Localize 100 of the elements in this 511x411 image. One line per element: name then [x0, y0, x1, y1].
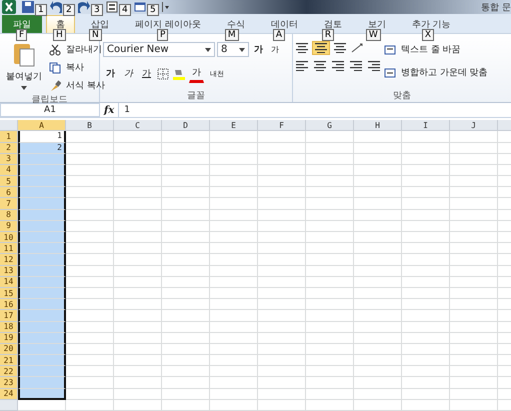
row-header[interactable]: 12 — [0, 254, 18, 266]
grid-cell[interactable] — [18, 232, 66, 244]
keytip: W — [366, 29, 381, 42]
spreadsheet-app-icon — [2, 0, 16, 14]
dropdown-arrow-icon — [21, 86, 27, 90]
italic-button[interactable]: 가 — [121, 65, 136, 82]
row-header[interactable]: 13 — [0, 266, 18, 277]
column-header[interactable]: A — [18, 120, 66, 132]
grid-cell[interactable] — [18, 243, 66, 254]
grid-cell[interactable]: 1 — [18, 131, 66, 142]
grid-cell[interactable] — [18, 355, 66, 366]
grid-cell[interactable] — [18, 332, 66, 344]
grid-cell[interactable] — [18, 254, 66, 266]
top-align-icon — [296, 43, 308, 54]
grid-cell[interactable] — [18, 310, 66, 322]
window-title: 통합 문 — [481, 2, 511, 14]
wrap-text-button[interactable]: 텍스트 줄 바꿈 — [398, 41, 464, 58]
customize-menu-icon — [162, 2, 170, 12]
column-header[interactable]: E — [210, 120, 258, 132]
increase-indent-icon — [368, 61, 380, 72]
grid-cell[interactable] — [18, 344, 66, 356]
formula-field[interactable]: 1 — [118, 103, 511, 118]
row-header[interactable]: 7 — [0, 198, 18, 210]
keytip: 2 — [63, 4, 75, 16]
keytip: X — [422, 29, 434, 42]
grid-cell[interactable] — [18, 299, 66, 310]
grid-cell[interactable] — [18, 198, 66, 210]
row-header[interactable]: 16 — [0, 299, 18, 310]
row-header[interactable]: 14 — [0, 276, 18, 288]
middle-align-button[interactable] — [312, 41, 330, 56]
grid-cell[interactable] — [18, 266, 66, 277]
column-header[interactable]: H — [354, 120, 402, 132]
grid-cell[interactable] — [18, 187, 66, 198]
row-header[interactable]: 2 — [0, 142, 18, 154]
column-header[interactable]: I — [402, 120, 450, 132]
shrink-font-button[interactable]: 가 — [268, 42, 282, 58]
grid-cell[interactable] — [18, 154, 66, 165]
cut-button[interactable]: 잘라내기 — [63, 41, 105, 58]
keytip: M — [224, 29, 239, 42]
grid-cell[interactable] — [18, 377, 66, 389]
font-color-button[interactable]: 가 — [189, 64, 204, 84]
keytip: A — [272, 29, 286, 42]
row-header[interactable]: 23 — [0, 377, 18, 389]
column-header[interactable]: J — [450, 120, 498, 132]
grid-cell[interactable] — [18, 276, 66, 288]
paste-button[interactable]: 붙여넣기 — [3, 68, 45, 86]
keytip: H — [53, 29, 66, 42]
grid-cell[interactable] — [18, 322, 66, 333]
brush-icon — [49, 80, 61, 92]
row-header[interactable]: 8 — [0, 210, 18, 221]
align-right-icon — [332, 61, 344, 72]
column-header[interactable]: G — [306, 120, 354, 132]
keytip: 4 — [119, 4, 131, 16]
grow-font-button[interactable]: 가 — [251, 41, 266, 58]
keytip: 5 — [147, 4, 159, 16]
undo-icon — [50, 1, 62, 14]
copy-button[interactable]: 복사 — [63, 59, 87, 76]
name-box[interactable]: A1 — [0, 103, 100, 118]
dropdown-arrow-icon — [239, 48, 245, 52]
group-label: 맞춤 — [392, 90, 412, 102]
row-header[interactable]: 9 — [0, 220, 18, 232]
row-header[interactable]: 22 — [0, 366, 18, 378]
grid-cell[interactable] — [18, 388, 66, 400]
grid-cell[interactable] — [18, 176, 66, 188]
grid-cell[interactable] — [18, 220, 66, 232]
row-header[interactable]: 11 — [0, 243, 18, 254]
merge-center-button[interactable]: 병합하고 가운데 맞춤 — [398, 64, 491, 82]
keytip: 3 — [91, 4, 103, 16]
column-header[interactable]: F — [258, 120, 306, 132]
dropdown-arrow-icon — [205, 48, 211, 52]
insert-function-button[interactable]: fx — [104, 104, 114, 116]
redo-icon — [78, 1, 90, 14]
row-header[interactable]: 15 — [0, 288, 18, 300]
row-header[interactable]: 4 — [0, 164, 18, 176]
row-header[interactable]: 3 — [0, 154, 18, 165]
row-header[interactable]: 5 — [0, 176, 18, 188]
copy-icon — [49, 62, 61, 74]
font-name-field[interactable]: Courier New — [103, 42, 215, 58]
grid-cell[interactable] — [18, 366, 66, 378]
row-header[interactable]: 1 — [0, 131, 18, 142]
row-header[interactable] — [0, 400, 18, 411]
keytip: R — [322, 29, 334, 42]
row-header[interactable]: 20 — [0, 344, 18, 356]
row-header[interactable]: 18 — [0, 322, 18, 333]
row-header[interactable]: 10 — [0, 232, 18, 244]
column-header[interactable]: D — [162, 120, 210, 132]
row-header[interactable]: 17 — [0, 310, 18, 322]
grid-cell[interactable]: 2 — [18, 142, 66, 154]
column-header[interactable]: C — [114, 120, 162, 132]
row-header[interactable]: 24 — [0, 388, 18, 400]
row-header[interactable]: 6 — [0, 187, 18, 198]
grid-cell[interactable] — [18, 210, 66, 221]
row-header[interactable]: 21 — [0, 355, 18, 366]
grid-cell[interactable] — [18, 288, 66, 300]
grid-cell[interactable] — [18, 164, 66, 176]
select-all-corner[interactable] — [0, 120, 18, 132]
underline-button[interactable]: 가 — [139, 65, 154, 82]
row-header[interactable]: 19 — [0, 332, 18, 344]
column-header[interactable]: B — [66, 120, 114, 132]
font-size-field[interactable]: 8 — [217, 42, 249, 58]
